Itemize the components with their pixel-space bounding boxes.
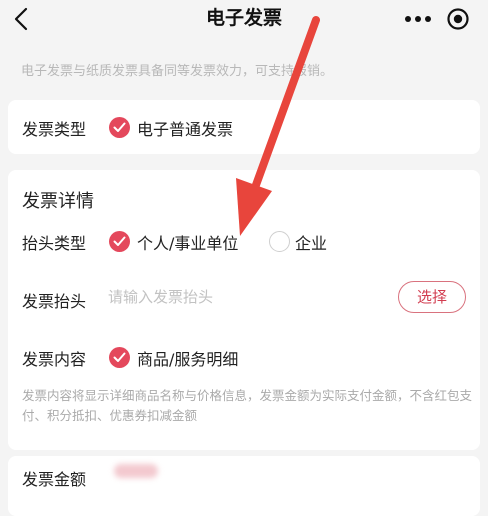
mini-program-capsule	[396, 4, 480, 34]
header-type-company-radio-icon[interactable]	[269, 231, 290, 252]
header-type-option-personal[interactable]: 个人/事业单位	[137, 230, 238, 254]
header-type-option-company[interactable]: 企业	[295, 230, 327, 254]
invoice-title-label: 发票抬头	[22, 292, 87, 311]
header-type-personal-check-icon[interactable]	[109, 231, 130, 252]
invoice-content-label: 发票内容	[22, 350, 87, 369]
invoice-amount-value-blurred	[114, 464, 158, 478]
navigation-bar: 电子发票	[0, 0, 488, 40]
invoice-amount-card: 发票金额	[8, 456, 480, 516]
invoice-detail-card: 发票详情 抬头类型 个人/事业单位 企业 发票抬头 选择 发票内容 商品/服务明…	[8, 170, 480, 450]
invoice-type-option[interactable]: 电子普通发票	[137, 116, 233, 140]
invoice-type-card: 发票类型 电子普通发票	[8, 100, 480, 154]
invoice-content-option[interactable]: 商品/服务明细	[137, 346, 238, 370]
detail-section-title: 发票详情	[22, 191, 94, 212]
invoice-content-hint: 发票内容将显示详细商品名称与价格信息，发票金额为实际支付金额，不含红包支付、积分…	[22, 388, 473, 423]
invoice-type-check-icon[interactable]	[109, 117, 130, 138]
invoice-type-label: 发票类型	[22, 120, 87, 139]
invoice-amount-label: 发票金额	[22, 470, 87, 489]
more-dots-icon[interactable]	[402, 10, 434, 28]
invoice-notice: 电子发票与纸质发票具备同等发票效力，可支持报销。	[21, 64, 334, 79]
header-type-label: 抬头类型	[22, 234, 87, 253]
invoice-content-check-icon[interactable]	[109, 347, 130, 368]
invoice-title-input[interactable]	[108, 288, 378, 306]
select-title-button[interactable]: 选择	[398, 281, 466, 313]
target-icon[interactable]	[446, 7, 470, 31]
